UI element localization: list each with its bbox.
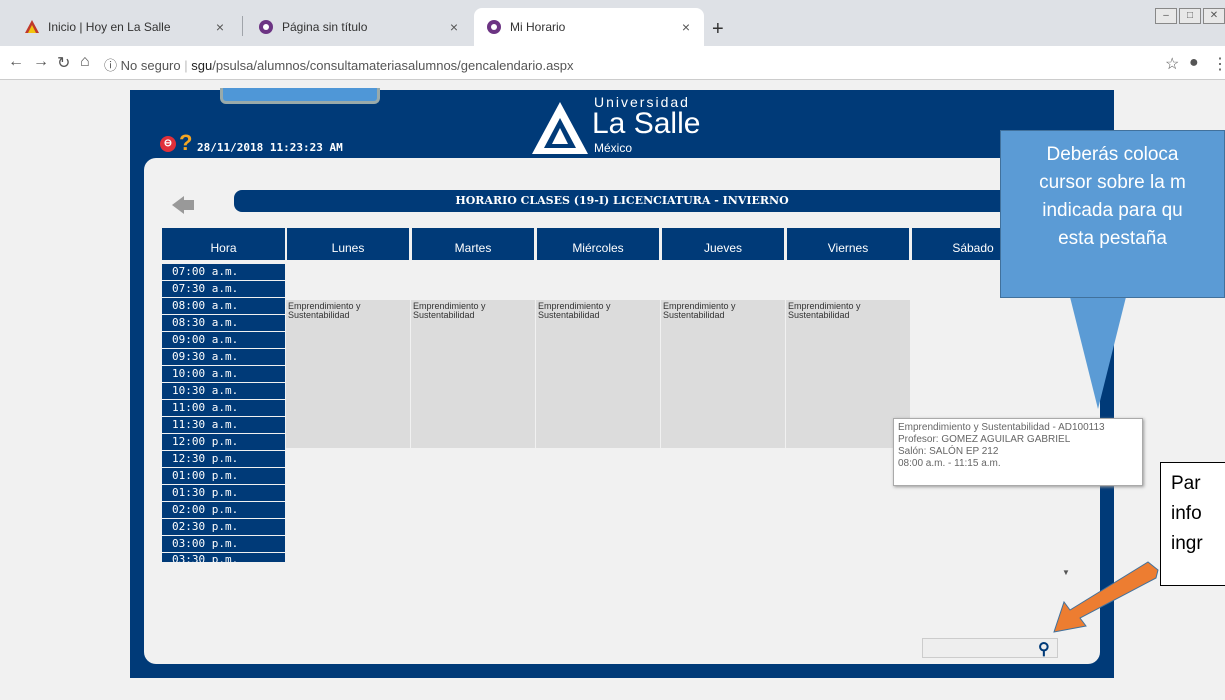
time-slot: 01:30 p.m. bbox=[162, 485, 285, 501]
callout-line: Par bbox=[1171, 473, 1201, 494]
search-icon[interactable]: ⚲ bbox=[1038, 639, 1050, 659]
url-security-label: No seguro bbox=[120, 58, 181, 73]
tab-mi-horario[interactable]: Mi Horario × bbox=[474, 8, 704, 46]
tab-inicio[interactable]: Inicio | Hoy en La Salle × bbox=[12, 8, 238, 46]
time-slot: 09:00 a.m. bbox=[162, 332, 285, 348]
tab-label: Página sin título bbox=[282, 20, 368, 34]
tooltip-time: 08:00 a.m. - 11:15 a.m. bbox=[898, 458, 1001, 469]
window-controls: – □ ✕ bbox=[1153, 8, 1225, 24]
time-slot: 10:30 a.m. bbox=[162, 383, 285, 399]
time-slot: 08:00 a.m. bbox=[162, 298, 285, 314]
col-header-hora: Hora bbox=[162, 228, 285, 260]
tooltip-course: Emprendimiento y Sustentabilidad - AD100… bbox=[898, 422, 1105, 433]
callout-line: cursor sobre la m bbox=[1039, 172, 1186, 193]
schedule-title: HORARIO CLASES (19-I) LICENCIATURA - INV… bbox=[234, 190, 1010, 212]
browser-tab-bar: Inicio | Hoy en La Salle × Página sin tí… bbox=[0, 0, 1225, 46]
callout-line: esta pestaña bbox=[1058, 228, 1167, 249]
lasalle-logo-icon bbox=[532, 102, 588, 154]
menu-icon[interactable]: ⋮ bbox=[1212, 54, 1225, 74]
time-slot: 07:30 a.m. bbox=[162, 281, 285, 297]
class-block-viernes[interactable]: Emprendimiento y Sustentabilidad bbox=[786, 300, 910, 448]
time-slot: 02:30 p.m. bbox=[162, 519, 285, 535]
class-block-martes[interactable]: Emprendimiento y Sustentabilidad bbox=[411, 300, 535, 448]
new-tab-button[interactable]: + bbox=[712, 18, 724, 41]
back-arrow-icon[interactable] bbox=[172, 196, 194, 214]
tab-pagina-sin-titulo[interactable]: Página sin título × bbox=[246, 8, 472, 46]
profile-icon[interactable]: ● bbox=[1189, 54, 1199, 72]
class-block-miercoles[interactable]: Emprendimiento y Sustentabilidad bbox=[536, 300, 660, 448]
maximize-icon[interactable]: □ bbox=[1179, 8, 1201, 24]
callout-line: ingr bbox=[1171, 533, 1203, 554]
callout-line: indicada para qu bbox=[1042, 200, 1183, 221]
help-icon[interactable]: ? bbox=[179, 130, 192, 156]
minimize-icon[interactable]: – bbox=[1155, 8, 1177, 24]
col-header-martes: Martes bbox=[412, 228, 534, 260]
url-path: /psulsa/alumnos/consultamateriasalumnos/… bbox=[212, 58, 574, 73]
forward-arrow-icon[interactable]: → bbox=[33, 53, 49, 71]
callout-line: info bbox=[1171, 503, 1202, 524]
lasalle-favicon-icon bbox=[24, 19, 40, 35]
schedule-panel: HORARIO CLASES (19-I) LICENCIATURA - INV… bbox=[144, 158, 1100, 664]
time-slot: 07:00 a.m. bbox=[162, 264, 285, 280]
class-block-lunes[interactable]: Emprendimiento y Sustentabilidad bbox=[286, 300, 410, 448]
close-icon[interactable]: × bbox=[682, 19, 690, 35]
time-slot: 10:00 a.m. bbox=[162, 366, 285, 382]
close-icon[interactable]: × bbox=[216, 19, 224, 35]
close-icon[interactable]: × bbox=[450, 19, 458, 35]
time-slot: 12:30 p.m. bbox=[162, 451, 285, 467]
time-slot: 08:30 a.m. bbox=[162, 315, 285, 331]
address-bar: ← → ↻ ⌂ ⓘ No seguro | sgu/psulsa/alumnos… bbox=[0, 46, 1225, 80]
instruction-callout: Deberás coloca cursor sobre la m indicad… bbox=[1000, 130, 1225, 298]
reload-icon[interactable]: ↻ bbox=[57, 53, 70, 73]
tooltip-professor: Profesor: GOMEZ AGUILAR GABRIEL bbox=[898, 434, 1071, 445]
time-slot: 01:00 p.m. bbox=[162, 468, 285, 484]
logout-icon[interactable]: ⊖ bbox=[160, 136, 176, 152]
university-logo: Universidad La Salle México bbox=[532, 94, 772, 158]
info-icon[interactable]: ⓘ bbox=[104, 58, 117, 73]
time-slot: 12:00 p.m. bbox=[162, 434, 285, 450]
tab-separator bbox=[242, 16, 243, 36]
col-header-jueves: Jueves bbox=[662, 228, 784, 260]
header-tab bbox=[220, 88, 380, 104]
url-host: sgu bbox=[191, 58, 213, 73]
callout-tail bbox=[1070, 297, 1126, 409]
callout-line: Deberás coloca bbox=[1046, 144, 1179, 165]
info-callout: Par info ingr bbox=[1160, 462, 1225, 586]
class-block-jueves[interactable]: Emprendimiento y Sustentabilidad bbox=[661, 300, 785, 448]
time-slot: 09:30 a.m. bbox=[162, 349, 285, 365]
bookmark-star-icon[interactable]: ☆ bbox=[1165, 54, 1179, 74]
sgu-favicon-icon bbox=[486, 19, 502, 35]
col-header-viernes: Viernes bbox=[787, 228, 909, 260]
app-frame: ⊖ ? 28/11/2018 11:23:23 AM Universidad L… bbox=[130, 88, 1114, 678]
logo-country-text: México bbox=[594, 141, 633, 155]
col-header-lunes: Lunes bbox=[287, 228, 409, 260]
datetime: 28/11/2018 11:23:23 AM bbox=[197, 141, 343, 154]
tab-label: Mi Horario bbox=[510, 20, 566, 34]
time-slot: 11:30 a.m. bbox=[162, 417, 285, 433]
orange-arrow-icon bbox=[1053, 561, 1159, 633]
time-slot: 03:30 p.m. bbox=[162, 553, 285, 562]
home-icon[interactable]: ⌂ bbox=[80, 53, 90, 71]
sgu-favicon-icon bbox=[258, 19, 274, 35]
logo-name-text: La Salle bbox=[592, 107, 701, 140]
tooltip-room: Salón: SALÓN EP 212 bbox=[898, 446, 999, 457]
tab-label: Inicio | Hoy en La Salle bbox=[48, 20, 171, 34]
time-slot: 11:00 a.m. bbox=[162, 400, 285, 416]
back-arrow-icon[interactable]: ← bbox=[8, 53, 24, 71]
url-field[interactable]: ⓘ No seguro | sgu/psulsa/alumnos/consult… bbox=[104, 55, 574, 74]
col-header-miercoles: Miércoles bbox=[537, 228, 659, 260]
close-window-icon[interactable]: ✕ bbox=[1203, 8, 1225, 24]
time-slot: 03:00 p.m. bbox=[162, 536, 285, 552]
time-column: 07:00 a.m. 07:30 a.m. 08:00 a.m. 08:30 a… bbox=[162, 264, 285, 563]
class-tooltip: Emprendimiento y Sustentabilidad - AD100… bbox=[893, 418, 1143, 486]
time-slot: 02:00 p.m. bbox=[162, 502, 285, 518]
